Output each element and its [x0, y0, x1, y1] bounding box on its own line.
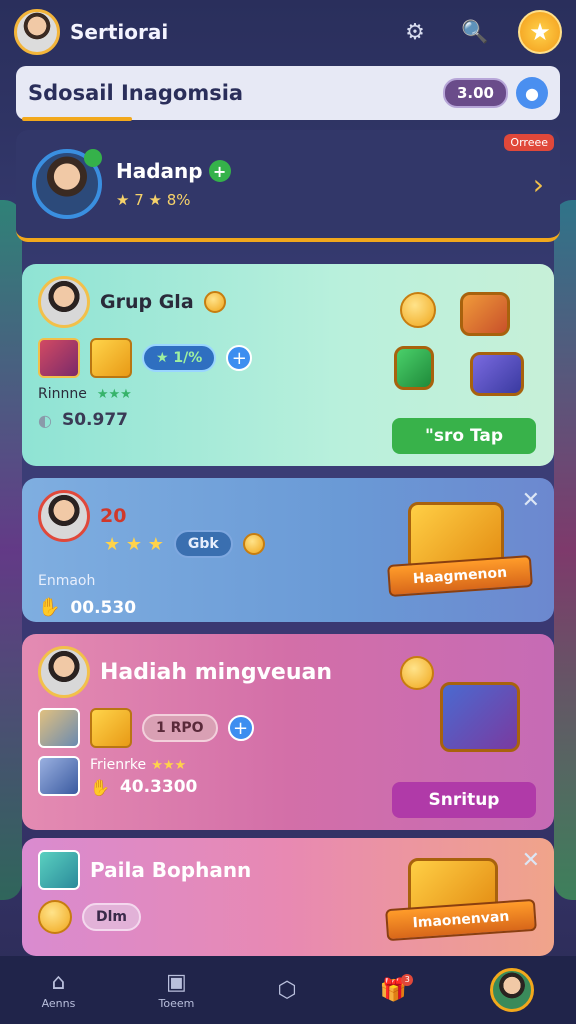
- chevron-right-icon[interactable]: ›: [533, 168, 544, 201]
- box-icon: [470, 352, 524, 396]
- coin-icon: [38, 900, 72, 934]
- top-bar: Sertiorai ⚙ 🔍 ★: [0, 0, 576, 64]
- top-icons: ⚙ 🔍 ★: [398, 10, 562, 54]
- shield-icon: ◐: [38, 410, 52, 430]
- tab-underline: [22, 117, 132, 121]
- card-label: Frienrke: [90, 757, 147, 773]
- coin-icon: [400, 656, 434, 690]
- status-badge: Orreee: [504, 134, 554, 151]
- add-icon[interactable]: +: [226, 345, 253, 371]
- nav-item-gift[interactable]: 🎁 3: [380, 973, 414, 1003]
- profile-stats: ★ 7 ★ 8%: [116, 191, 191, 209]
- box-icon: [38, 755, 80, 796]
- card-value-row: ✋ 40.3300: [90, 777, 197, 797]
- reward-card-4[interactable]: Paila Bophann Dlm ✕ Imaonenvan: [22, 838, 554, 956]
- card-value: 00.530: [70, 597, 137, 618]
- reward-card-3[interactable]: Hadiah mingveuan 1 RPO + Frienrke ★★★ ✋ …: [22, 634, 554, 830]
- close-icon[interactable]: ✕: [522, 488, 540, 513]
- star-icon[interactable]: ★: [518, 10, 562, 54]
- claim-button[interactable]: "sro Tap: [392, 418, 536, 454]
- reward-card-2[interactable]: 20 ★ ★ ★ Gbk Enmaoh ✋ 00.530 ✕ Haagmenon: [22, 478, 554, 622]
- online-badge-icon: [84, 149, 102, 167]
- treasure-art: [400, 652, 530, 772]
- user-icon[interactable]: ●: [516, 77, 548, 109]
- gold-tile-icon: [90, 708, 132, 748]
- nav-label: Toeem: [158, 997, 195, 1010]
- treasure-art: [394, 282, 530, 402]
- box-icon: [38, 708, 80, 748]
- shield-icon: ⬡: [277, 977, 297, 1003]
- header-bar: Sdosail Inagomsia 3.00 ●: [16, 66, 560, 120]
- card-avatar: [38, 646, 90, 698]
- stars-icon: ★ ★ ★: [104, 533, 164, 555]
- nav-item-team[interactable]: ▣ Toeem: [158, 970, 194, 1010]
- profile-avatar: [32, 149, 102, 219]
- nav-avatar[interactable]: [490, 968, 535, 1012]
- search-icon[interactable]: 🔍: [458, 15, 492, 49]
- home-icon: ⌂: [51, 970, 66, 995]
- coin-icon: [400, 292, 436, 328]
- user-avatar[interactable]: [14, 9, 60, 55]
- card-avatar: [38, 490, 90, 542]
- card-pill: 1 RPO: [142, 714, 218, 742]
- nav-item-shield[interactable]: ⬡: [277, 978, 296, 1003]
- card-title: Hadiah mingveuan: [100, 659, 333, 685]
- background-decoration-right: [554, 200, 576, 900]
- add-icon[interactable]: +: [227, 715, 254, 741]
- card-value: 40.3300: [119, 777, 198, 797]
- background-decoration-left: [0, 200, 22, 900]
- box-icon: [38, 850, 80, 890]
- profile-name: Hadanp: [116, 159, 203, 183]
- hand-icon: ✋: [90, 777, 110, 797]
- reward-card-1[interactable]: Grup Gla ★ 1/% + Rinnne ★★★ ◐ S0.977 "sr…: [22, 264, 554, 466]
- box-icon: [440, 682, 520, 752]
- coin-icon: [242, 533, 265, 555]
- card-label: Enmaoh: [38, 573, 96, 589]
- add-icon[interactable]: +: [208, 160, 231, 182]
- card-value: S0.977: [61, 410, 128, 430]
- nav-label: Aenns: [41, 997, 76, 1010]
- profile-name-row: Hadanp +: [116, 159, 231, 183]
- card-label-group: Frienrke ★★★ ✋ 40.3300: [90, 754, 197, 797]
- card-label: Rinnne: [38, 386, 87, 402]
- square-icon: ▣: [166, 970, 187, 995]
- nav-item-home[interactable]: ⌂ Aenns: [42, 970, 76, 1010]
- header-title: Sdosail Inagomsia: [28, 81, 244, 105]
- gift-icon: [38, 338, 80, 378]
- card-pill: ★ 1/%: [142, 344, 217, 372]
- close-icon[interactable]: ✕: [522, 848, 540, 873]
- box-icon: [460, 292, 510, 336]
- app-title: Sertiorai: [70, 20, 169, 44]
- profile-info: Hadanp + ★ 7 ★ 8%: [116, 159, 231, 209]
- hand-icon: ✋: [38, 597, 61, 618]
- box-icon: [394, 346, 434, 390]
- card-avatar: [38, 276, 90, 328]
- card-title: Grup Gla: [100, 291, 194, 313]
- card-title: 20: [100, 505, 127, 527]
- setup-button[interactable]: Snritup: [392, 782, 536, 818]
- stars-icon: ★★★: [151, 758, 187, 773]
- card-title: Paila Bophann: [90, 858, 252, 882]
- bottom-nav: ⌂ Aenns ▣ Toeem ⬡ 🎁 3: [0, 956, 576, 1024]
- card-value-row: ✋ 00.530: [38, 597, 538, 618]
- stars-icon: ★★★: [96, 386, 132, 402]
- notification-badge: 3: [401, 973, 414, 986]
- settings-icon[interactable]: ⚙: [398, 15, 432, 49]
- profile-row[interactable]: Hadanp + ★ 7 ★ 8% Orreee ›: [16, 130, 560, 242]
- gold-tile-icon: [90, 338, 132, 378]
- card-pill: Dlm: [82, 903, 142, 931]
- card-pill: Gbk: [173, 530, 233, 558]
- balance-pill[interactable]: 3.00: [442, 78, 508, 108]
- coin-icon: [203, 291, 226, 313]
